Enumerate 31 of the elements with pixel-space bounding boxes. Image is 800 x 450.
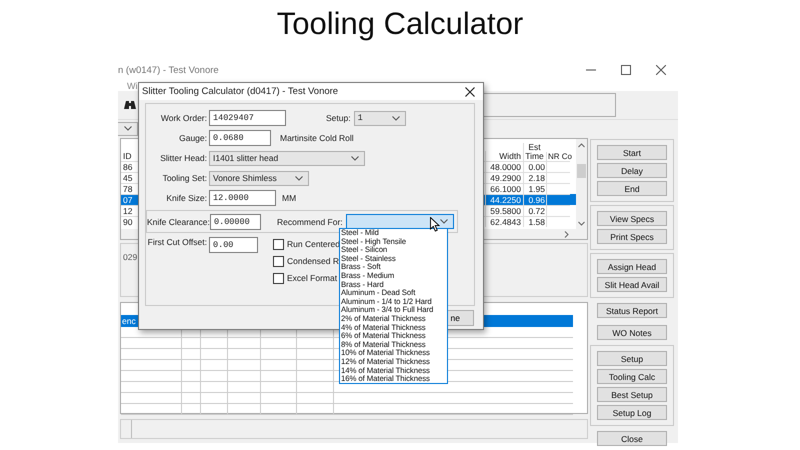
table-cell: 62.4843: [485, 216, 523, 227]
table-cell: 2.18: [523, 172, 546, 183]
slide-title: Tooling Calculator: [276, 5, 524, 42]
table-cell: 1.58: [523, 216, 546, 227]
table-cell: 48.0000: [485, 161, 523, 172]
column-header: Est Time: [523, 143, 546, 161]
dialog-title: Slitter Tooling Calculator (d0417) - Test Vonore: [142, 86, 338, 97]
table-cell: 0.96: [523, 194, 546, 205]
column-header: NR Co: [546, 152, 570, 161]
field-label: Setup:: [326, 113, 351, 123]
unit-label: MM: [282, 193, 296, 203]
field-label: Work Order:: [160, 113, 207, 123]
field-label: Tooling Set:: [162, 173, 207, 183]
field-label: Recommend For:: [277, 216, 343, 226]
field-label: Knife Size:: [165, 193, 207, 203]
table-cell: 44.2250: [485, 194, 523, 205]
field-label: Slitter Head:: [159, 153, 207, 163]
field-label: Knife Clearance:: [147, 216, 208, 226]
table-cell: 0.00: [523, 161, 546, 172]
panel-text: 029: [123, 252, 138, 262]
column-header: ID: [122, 151, 132, 161]
column-header: Width: [485, 151, 523, 161]
window-title: n (w0147) - Test Vonore: [118, 64, 219, 76]
field-label: Gauge:: [178, 133, 207, 143]
table-cell: 0.72: [523, 205, 546, 216]
table-cell: 49.2900: [485, 172, 523, 183]
table-cell: 1.95: [523, 183, 546, 194]
table-cell: 66.1000: [485, 183, 523, 194]
field-label: First Cut Offset:: [146, 237, 207, 247]
material-name: Martinsite Cold Roll: [280, 133, 354, 143]
table-cell: 59.5800: [485, 205, 523, 216]
